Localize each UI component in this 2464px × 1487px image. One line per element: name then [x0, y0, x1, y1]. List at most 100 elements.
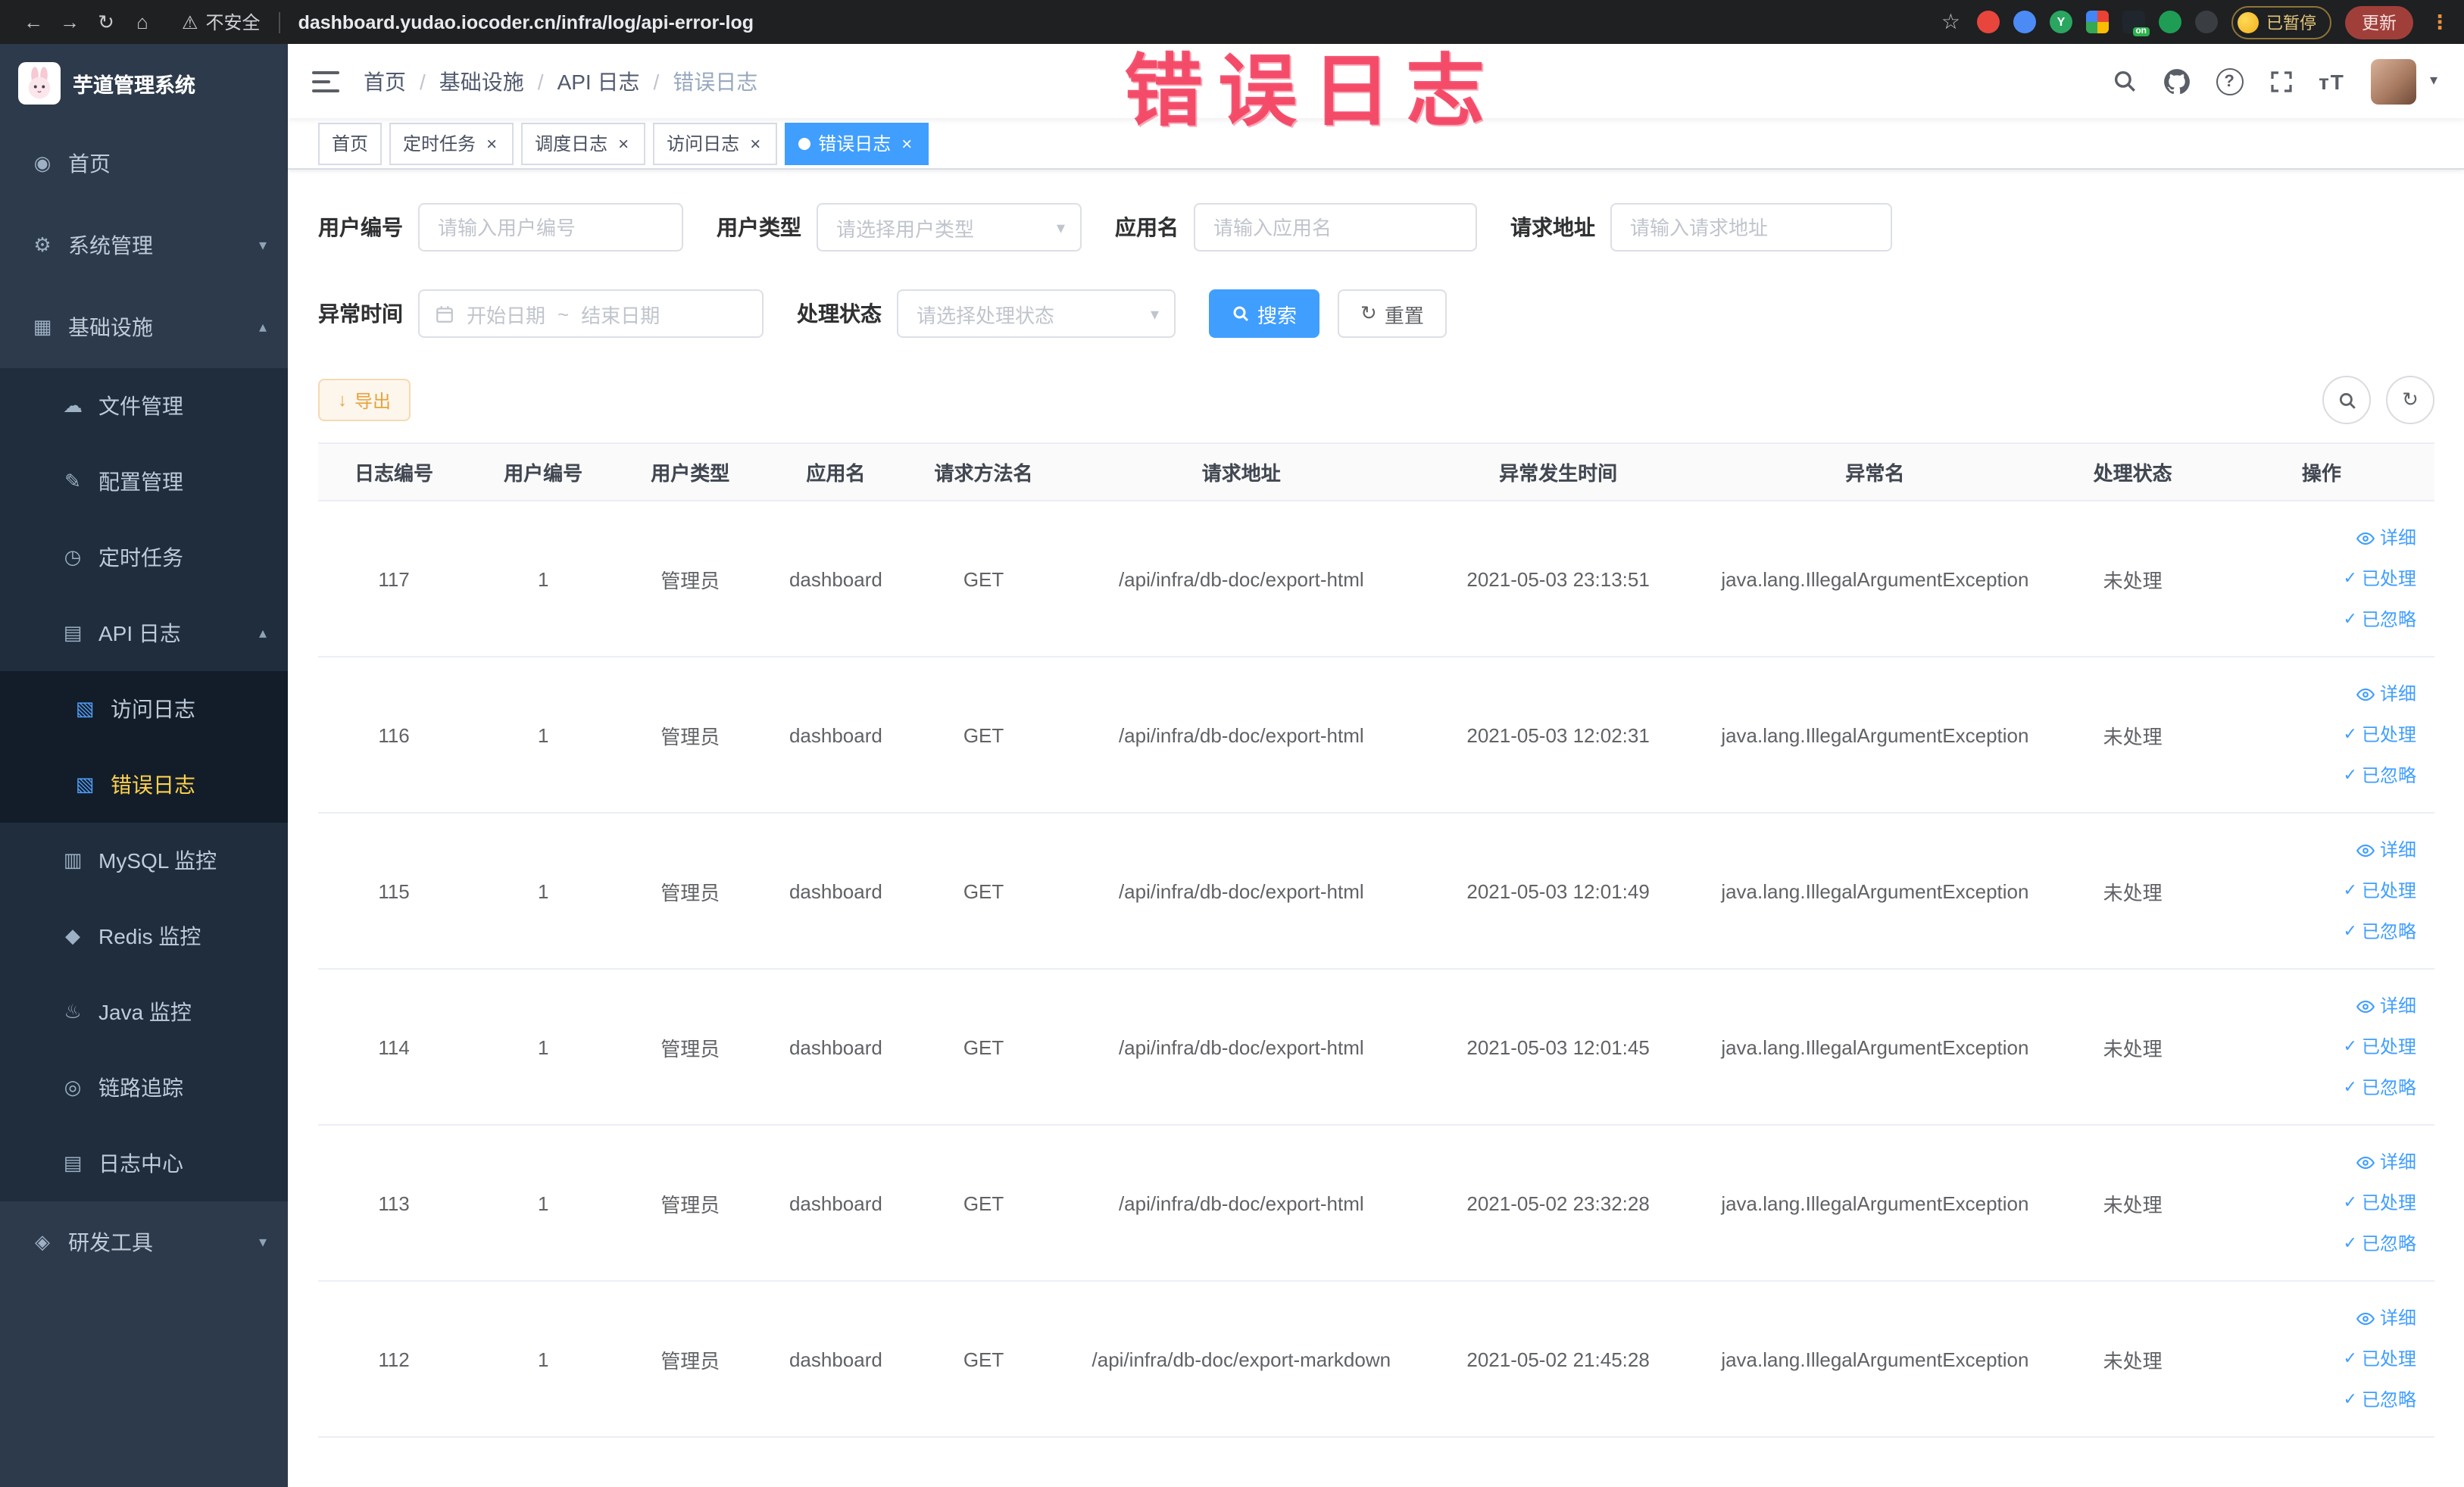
- close-icon[interactable]: ×: [483, 133, 500, 154]
- security-label[interactable]: 不安全: [206, 9, 261, 35]
- font-size-icon[interactable]: тT: [2319, 69, 2345, 93]
- processed-link[interactable]: ✓ 已处理: [2218, 1182, 2416, 1223]
- reload-icon[interactable]: ↻: [88, 10, 124, 34]
- avatar[interactable]: [2370, 58, 2416, 104]
- tab-error-log[interactable]: 错误日志 ×: [785, 122, 929, 164]
- extension-icon-grid[interactable]: [2086, 11, 2109, 33]
- app-name-input[interactable]: [1194, 203, 1477, 251]
- tab-job-log[interactable]: 调度日志 ×: [521, 122, 646, 164]
- detail-link[interactable]: 详细: [2218, 986, 2416, 1026]
- close-icon[interactable]: ×: [898, 133, 915, 154]
- tab-home[interactable]: 首页: [318, 122, 383, 164]
- toggle-search-button[interactable]: [2322, 376, 2371, 424]
- chrome-right: ☆ Y 已暂停 更新 ⋮: [1941, 5, 2450, 39]
- avatar-caret-icon[interactable]: ▾: [2430, 73, 2437, 89]
- security-warning-icon[interactable]: ⚠: [182, 11, 198, 33]
- user-id-input[interactable]: [418, 203, 683, 251]
- sidebar-item-infra[interactable]: ▦ 基础设施 ▴: [0, 286, 288, 368]
- ignored-link[interactable]: ✓ 已忽略: [2218, 599, 2416, 640]
- sidebar-item-tracing[interactable]: ◎ 链路追踪: [0, 1050, 288, 1126]
- java-icon: ♨: [64, 1000, 82, 1023]
- sidebar-item-config[interactable]: ✎ 配置管理: [0, 444, 288, 520]
- date-range-picker[interactable]: 开始日期 ~ 结束日期: [418, 289, 764, 338]
- detail-link[interactable]: 详细: [2218, 673, 2416, 714]
- ignored-link[interactable]: ✓ 已忽略: [2218, 1223, 2416, 1264]
- processed-link[interactable]: ✓ 已处理: [2218, 1026, 2416, 1067]
- sidebar-item-home[interactable]: ◉ 首页: [0, 123, 288, 205]
- close-icon[interactable]: ×: [747, 133, 764, 154]
- sidebar-item-mysql[interactable]: ▥ MySQL 监控: [0, 823, 288, 898]
- browser-menu-icon[interactable]: ⋮: [2430, 10, 2450, 34]
- refresh-table-button[interactable]: ↻: [2386, 376, 2434, 424]
- github-icon[interactable]: [2163, 67, 2190, 95]
- sidebar-item-access-log[interactable]: ▧ 访问日志: [0, 671, 288, 747]
- forward-icon[interactable]: →: [52, 11, 88, 33]
- search-button[interactable]: 搜索: [1209, 289, 1320, 338]
- detail-link[interactable]: 详细: [2218, 829, 2416, 870]
- table-row: 113 1 管理员 dashboard GET /api/infra/db-do…: [318, 1125, 2434, 1282]
- detail-link[interactable]: 详细: [2218, 1298, 2416, 1339]
- tab-label: 定时任务: [403, 133, 476, 155]
- cell-log-id: 113: [318, 1125, 470, 1282]
- processed-link[interactable]: ✓ 已处理: [2218, 714, 2416, 755]
- cell-process-status: 未处理: [2056, 657, 2209, 814]
- sidebar-item-system[interactable]: ⚙ 系统管理 ▾: [0, 205, 288, 286]
- search-icon[interactable]: [2111, 68, 2137, 94]
- extension-icon-red[interactable]: [1977, 11, 2000, 33]
- update-button[interactable]: 更新: [2345, 5, 2413, 39]
- sidebar-item-log-center[interactable]: ▤ 日志中心: [0, 1126, 288, 1201]
- sidebar-item-api-log[interactable]: ▤ API 日志 ▴: [0, 595, 288, 671]
- sidebar-item-file[interactable]: ☁ 文件管理: [0, 368, 288, 444]
- sidebar-item-label: 文件管理: [98, 394, 183, 418]
- table-row: 117 1 管理员 dashboard GET /api/infra/db-do…: [318, 501, 2434, 658]
- sidebar-item-job[interactable]: ◷ 定时任务: [0, 520, 288, 595]
- detail-link-label: 详细: [2379, 1307, 2416, 1328]
- extension-icon-green[interactable]: Y: [2050, 11, 2072, 33]
- refresh-icon: ↻: [1360, 301, 1377, 324]
- cell-log-id: 115: [318, 813, 470, 970]
- ignored-link[interactable]: ✓ 已忽略: [2218, 911, 2416, 952]
- extension-icon-blue[interactable]: [2013, 11, 2036, 33]
- ignored-link[interactable]: ✓ 已忽略: [2218, 755, 2416, 796]
- help-icon[interactable]: ?: [2216, 67, 2244, 95]
- user-type-select[interactable]: 请选择用户类型 ▾: [817, 203, 1082, 251]
- home-icon: ◉: [33, 152, 52, 174]
- sidebar-item-error-log[interactable]: ▧ 错误日志: [0, 747, 288, 823]
- extension-icon-leaf[interactable]: [2159, 11, 2181, 33]
- sidebar-item-devtools[interactable]: ◈ 研发工具 ▾: [0, 1201, 288, 1283]
- sidebar-item-redis[interactable]: ◆ Redis 监控: [0, 898, 288, 974]
- processed-link[interactable]: ✓ 已处理: [2218, 1339, 2416, 1379]
- tab-access-log[interactable]: 访问日志 ×: [653, 122, 778, 164]
- detail-link[interactable]: 详细: [2218, 517, 2416, 558]
- cell-method: GET: [907, 969, 1060, 1126]
- back-icon[interactable]: ←: [15, 11, 52, 33]
- extension-icon-on-badge[interactable]: [2122, 11, 2150, 36]
- fullscreen-icon[interactable]: [2269, 69, 2293, 93]
- tab-job[interactable]: 定时任务 ×: [389, 122, 514, 164]
- reset-button[interactable]: ↻ 重置: [1338, 289, 1447, 338]
- close-icon[interactable]: ×: [615, 133, 632, 154]
- cell-log-id: 112: [318, 1281, 470, 1438]
- browser-chrome: ← → ↻ ⌂ ⚠ 不安全 dashboard.yudao.iocoder.cn…: [0, 0, 2464, 44]
- process-status-select[interactable]: 请选择处理状态 ▾: [897, 289, 1176, 338]
- cell-user-id: 1: [470, 1281, 617, 1438]
- hamburger-icon[interactable]: [312, 69, 339, 93]
- paused-badge[interactable]: 已暂停: [2231, 5, 2331, 39]
- processed-link[interactable]: ✓ 已处理: [2218, 870, 2416, 911]
- breadcrumb-item-home[interactable]: 首页: [364, 66, 406, 96]
- detail-link[interactable]: 详细: [2218, 1142, 2416, 1182]
- breadcrumb-item-infra[interactable]: 基础设施: [439, 66, 524, 96]
- address-bar[interactable]: dashboard.yudao.iocoder.cn/infra/log/api…: [298, 11, 754, 33]
- breadcrumb-item-api-log[interactable]: API 日志: [557, 66, 640, 96]
- logo[interactable]: 芋道管理系统: [0, 44, 288, 123]
- browser-home-icon[interactable]: ⌂: [124, 11, 161, 33]
- ignored-link[interactable]: ✓ 已忽略: [2218, 1067, 2416, 1108]
- ignored-link[interactable]: ✓ 已忽略: [2218, 1379, 2416, 1420]
- sidebar-item-java[interactable]: ♨ Java 监控: [0, 974, 288, 1050]
- extensions-pin-icon[interactable]: [2195, 11, 2218, 33]
- export-button[interactable]: ↓ 导出: [318, 379, 411, 421]
- bookmark-star-icon[interactable]: ☆: [1941, 9, 1960, 35]
- request-url-input[interactable]: [1610, 203, 1892, 251]
- detail-link-label: 详细: [2379, 683, 2416, 704]
- processed-link[interactable]: ✓ 已处理: [2218, 558, 2416, 599]
